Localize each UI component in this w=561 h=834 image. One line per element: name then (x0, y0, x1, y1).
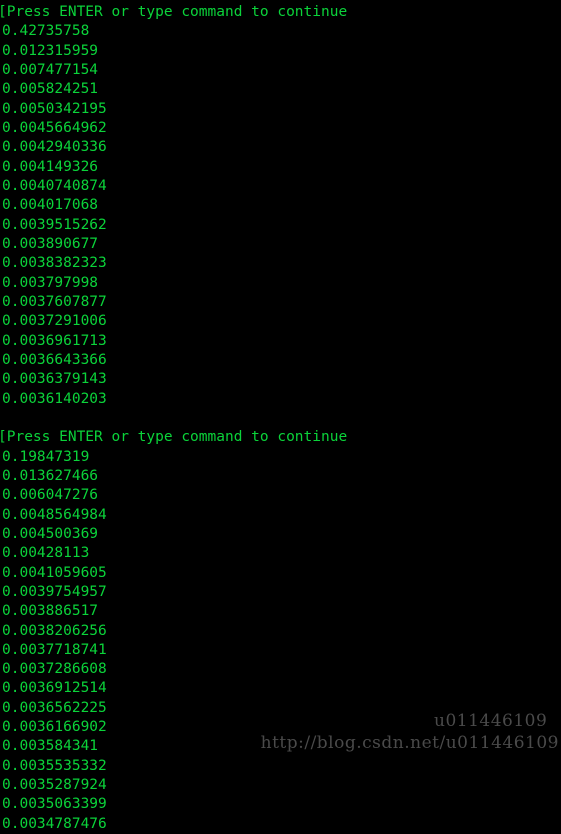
terminal-output-line: 0.42735758 (2, 23, 90, 40)
terminal-output-line: 0.0035287924 (2, 777, 107, 794)
terminal-output-line: 0.0048564984 (2, 506, 107, 523)
terminal-output-line: 0.003886517 (2, 603, 99, 620)
terminal-output-line: 0.0038206256 (2, 622, 107, 639)
terminal-prompt-line: [Press ENTER or type command to continue (0, 4, 348, 20)
terminal-output-line: 0.19847319 (2, 448, 90, 465)
terminal-output-line: 0.005824251 (2, 81, 99, 98)
terminal-output-line: 0.003584341 (2, 738, 99, 755)
terminal-output-line: 0.0040740874 (2, 177, 107, 194)
terminal-output-line: 0.0037286608 (2, 661, 107, 678)
terminal-output-line: 0.003890677 (2, 235, 99, 252)
terminal-output-line: 0.0036912514 (2, 680, 107, 697)
terminal-output-line: 0.0035063399 (2, 796, 107, 813)
terminal-output-line: 0.0037718741 (2, 641, 107, 658)
terminal-output-line: 0.006047276 (2, 487, 99, 504)
terminal-output-line: 0.004500369 (2, 525, 99, 542)
terminal-output-line: 0.0045664962 (2, 119, 107, 136)
terminal-window[interactable]: [Press ENTER or type command to continue… (0, 0, 561, 832)
terminal-output-line: 0.013627466 (2, 467, 99, 484)
terminal-output-line: 0.004017068 (2, 197, 99, 214)
terminal-output-line: 0.0036166902 (2, 719, 107, 736)
terminal-output-line: 0.0039754957 (2, 583, 107, 600)
terminal-output-line: 0.0041059605 (2, 564, 107, 581)
terminal-output-line: 0.0038382323 (2, 255, 107, 272)
terminal-output-line: 0.0036961713 (2, 332, 107, 349)
terminal-output-line: 0.004149326 (2, 158, 99, 175)
terminal-output-line: 0.0050342195 (2, 100, 107, 117)
terminal-output-line: 0.003797998 (2, 274, 99, 291)
terminal-output-line: 0.0042940336 (2, 139, 107, 156)
terminal-output-line: 0.0036562225 (2, 699, 107, 716)
terminal-output: [Press ENTER or type command to continue… (0, 3, 561, 834)
terminal-output-line: 0.007477154 (2, 61, 99, 78)
terminal-output-line: 0.012315959 (2, 42, 99, 59)
terminal-prompt-line: [Press ENTER or type command to continue (0, 429, 348, 446)
terminal-output-line: 0.0034787476 (2, 815, 107, 832)
terminal-output-line: 0.0037291006 (2, 313, 107, 330)
terminal-output-line: 0.0036643366 (2, 351, 107, 368)
terminal-output-line: 0.0036140203 (2, 390, 107, 407)
terminal-output-line: 0.0035535332 (2, 757, 107, 774)
terminal-output-line: 0.0039515262 (2, 216, 107, 233)
terminal-output-line: 0.00428113 (2, 545, 90, 562)
terminal-output-line: 0.0036379143 (2, 371, 107, 388)
terminal-output-line: 0.0037607877 (2, 293, 107, 310)
